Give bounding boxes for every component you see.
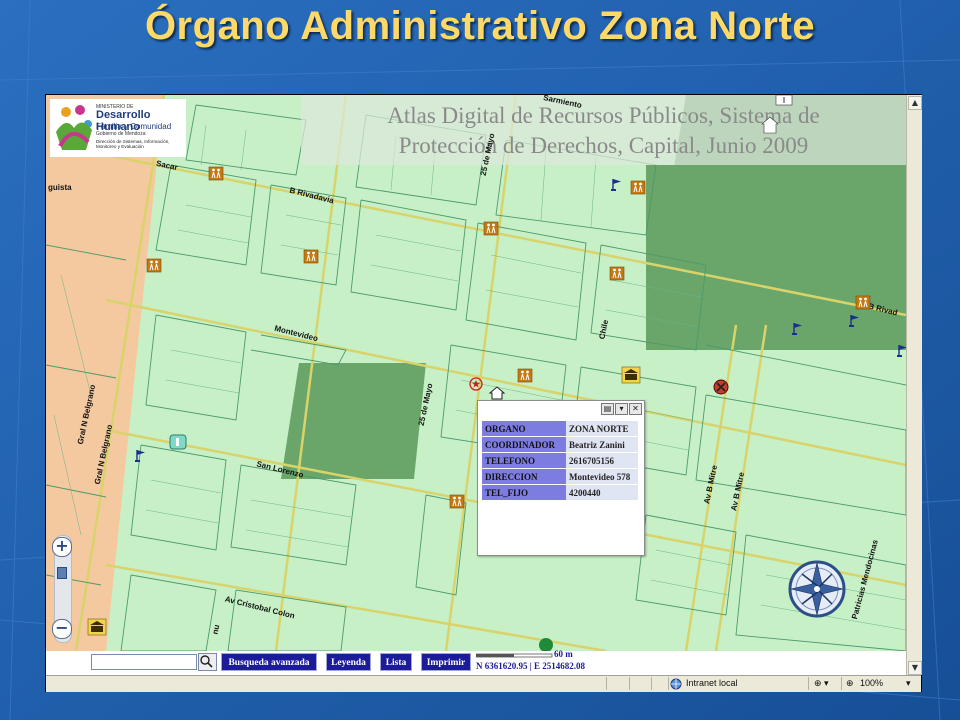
- vertical-scrollbar[interactable]: ▲ ▼: [906, 95, 922, 675]
- scale-bar: 60 m N 6361620.95 | E 2514682.08: [474, 649, 614, 675]
- zoom-icon: ⊕: [846, 678, 854, 688]
- table-row: COORDINADOR Beatriz Zanini: [482, 436, 638, 453]
- field-value: 4200440: [566, 484, 638, 501]
- protected-mode-icon[interactable]: ⊕ ▾: [814, 678, 829, 689]
- bank-icon: [621, 366, 641, 384]
- map-markers: [87, 95, 906, 651]
- field-value: ZONA NORTE: [566, 421, 638, 437]
- status-cell: [629, 677, 630, 690]
- field-value: Beatriz Zanini: [566, 436, 638, 453]
- table-row: ORGANO ZONA NORTE: [482, 421, 638, 437]
- search-button[interactable]: [198, 653, 217, 671]
- browser-status-bar: Intranet local ⊕ ▾ ⊕ 100% ▾: [46, 675, 921, 692]
- table-row: DIRECCION Montevideo 578: [482, 468, 638, 485]
- home-marker-icon: [488, 386, 506, 400]
- scroll-down-icon[interactable]: ▼: [908, 661, 922, 675]
- pin-icon: [775, 95, 793, 106]
- slide-title: Órgano Administrativo Zona Norte: [144, 4, 816, 48]
- scale-line: [476, 653, 553, 658]
- map-canvas[interactable]: Atlas Digital de Recursos Públicos, Sist…: [46, 95, 906, 651]
- zoom-level[interactable]: 100%: [860, 678, 883, 688]
- table-row: TEL_FIJO 4200440: [482, 484, 638, 501]
- scroll-up-icon[interactable]: ▲: [908, 96, 922, 110]
- print-icon[interactable]: ▤: [601, 403, 614, 415]
- zoom-in-button[interactable]: +: [52, 537, 72, 557]
- search-icon: [200, 655, 213, 668]
- bank-icon: [87, 618, 107, 636]
- field-key: TEL_FIJO: [482, 484, 566, 501]
- close-icon[interactable]: ✕: [629, 403, 642, 415]
- popup-table: ORGANO ZONA NORTE COORDINADOR Beatriz Za…: [482, 421, 638, 501]
- field-key: DIRECCION: [482, 468, 566, 485]
- field-value: Montevideo 578: [566, 468, 638, 485]
- status-cell: [651, 677, 652, 690]
- field-key: ORGANO: [482, 421, 566, 437]
- table-row: TELEFONO 2616705156: [482, 452, 638, 469]
- popup-controls: ▤ ▾ ✕: [600, 403, 642, 415]
- intranet-globe-icon: [670, 678, 682, 690]
- info-popup: ▤ ▾ ✕ ORGANO ZONA NORTE COORDINADOR Beatri…: [477, 400, 645, 556]
- search-input[interactable]: [91, 654, 197, 670]
- info-marker-icon: [169, 434, 187, 450]
- list-button[interactable]: Lista: [380, 653, 412, 671]
- browser-frame: Atlas Digital de Recursos Públicos, Sist…: [45, 94, 922, 692]
- selected-location-icon: [469, 377, 483, 391]
- compass-rose-icon: [788, 560, 846, 618]
- print-button[interactable]: Imprimir: [421, 653, 471, 671]
- field-value: 2616705156: [566, 452, 638, 469]
- status-cell: [606, 677, 607, 690]
- status-cell: [841, 677, 842, 690]
- field-key: COORDINADOR: [482, 436, 566, 453]
- zoom-control[interactable]: + −: [50, 535, 74, 645]
- security-zone-label: Intranet local: [686, 678, 738, 688]
- map-toolbar: Busqueda avanzada Leyenda Lista Imprimir…: [46, 649, 906, 675]
- legend-button[interactable]: Leyenda: [326, 653, 371, 671]
- status-cell: [808, 677, 809, 690]
- closed-marker-icon: [713, 379, 729, 395]
- pin-icon: [761, 116, 779, 134]
- pin-popup-icon[interactable]: ▾: [615, 403, 628, 415]
- zoom-slider-thumb[interactable]: [57, 567, 67, 579]
- advanced-search-button[interactable]: Busqueda avanzada: [221, 653, 317, 671]
- zoom-dropdown-icon[interactable]: ▾: [906, 678, 911, 689]
- scale-label: 60 m: [554, 649, 573, 659]
- zoom-out-button[interactable]: −: [52, 619, 72, 639]
- field-key: TELEFONO: [482, 452, 566, 469]
- coordinates-readout: N 6361620.95 | E 2514682.08: [476, 661, 585, 671]
